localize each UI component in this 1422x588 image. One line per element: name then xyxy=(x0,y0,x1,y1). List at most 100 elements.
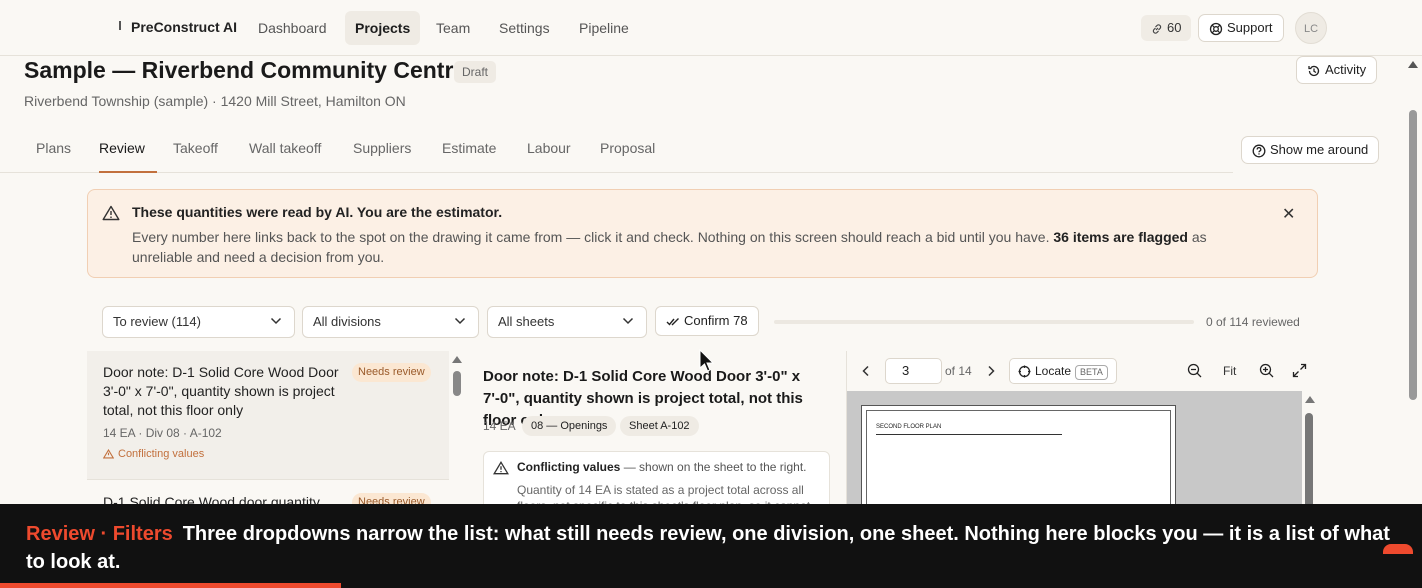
divisions-select[interactable]: All divisions xyxy=(302,306,479,338)
page-total: of 14 xyxy=(945,364,972,378)
project-tabs: Plans Review Takeoff Wall takeoff Suppli… xyxy=(0,128,1233,173)
reviewed-count: 0 of 114 reviewed xyxy=(1206,315,1300,329)
flag-label: Conflicting values xyxy=(118,448,205,460)
banner-body: Every number here links back to the spot… xyxy=(132,227,1242,267)
caption-body: Three dropdowns narrow the list: what st… xyxy=(26,523,1390,573)
support-button[interactable]: Support xyxy=(1198,14,1284,42)
drawing-canvas[interactable]: SECOND FLOOR PLAN xyxy=(847,391,1302,515)
tab-review[interactable]: Review xyxy=(99,140,157,173)
tab-wall-takeoff[interactable]: Wall takeoff xyxy=(249,140,321,173)
sheets-select[interactable]: All sheets xyxy=(487,306,647,338)
needs-review-badge: Needs review xyxy=(352,363,431,382)
fullscreen-icon[interactable] xyxy=(1292,363,1307,378)
conflict-heading: Conflicting values — shown on the sheet … xyxy=(517,460,806,474)
page-number-input[interactable]: 3 xyxy=(885,358,942,384)
top-navigation: PreConstruct AI Dashboard Projects Team … xyxy=(0,0,1422,56)
logo-mark xyxy=(119,21,121,30)
double-check-icon xyxy=(666,317,679,326)
nav-settings[interactable]: Settings xyxy=(489,11,560,45)
conflict-heading-rest: — shown on the sheet to the right. xyxy=(623,460,807,474)
caption-indicator[interactable] xyxy=(1383,544,1413,554)
list-item[interactable]: Door note: D-1 Solid Core Wood Door 3'-0… xyxy=(87,351,449,480)
brand-name[interactable]: PreConstruct AI xyxy=(131,19,237,35)
banner-body-text: Every number here links back to the spot… xyxy=(132,229,1050,245)
confirm-label: Confirm 78 xyxy=(684,313,748,328)
locate-button[interactable]: Locate BETA xyxy=(1009,358,1117,384)
chevron-down-icon xyxy=(622,317,634,325)
list-item-meta: 14 EA · Div 08 · A-102 xyxy=(103,426,222,440)
sheets-value: All sheets xyxy=(498,314,555,329)
page-scrollbar-thumb[interactable] xyxy=(1409,110,1417,400)
scroll-up-arrow[interactable] xyxy=(452,356,462,363)
review-status-select[interactable]: To review (114) xyxy=(102,306,295,338)
divisions-value: All divisions xyxy=(313,314,381,329)
conflict-card: Conflicting values — shown on the sheet … xyxy=(483,451,830,504)
ai-warning-banner: These quantities were read by AI. You ar… xyxy=(87,189,1318,278)
warning-icon xyxy=(103,449,114,459)
caption-tag: Review · Filters xyxy=(26,523,173,545)
nav-projects[interactable]: Projects xyxy=(345,11,421,45)
nav-dashboard[interactable]: Dashboard xyxy=(248,11,337,45)
chevron-right-icon[interactable] xyxy=(987,365,995,377)
support-label: Support xyxy=(1227,20,1273,35)
sheet-title: SECOND FLOOR PLAN xyxy=(876,424,942,430)
detail-quantity: 14 EA xyxy=(483,419,516,433)
drawing-viewer: 3 of 14 Locate BETA Fit SECOND FLOOR PLAN xyxy=(846,351,1319,515)
list-item[interactable]: D-1 Solid Core Wood door quantity Needs … xyxy=(87,481,449,504)
zoom-in-icon[interactable] xyxy=(1259,363,1274,378)
review-progress-bar xyxy=(774,320,1194,324)
credits-badge[interactable]: 60 xyxy=(1141,15,1192,41)
tab-labour[interactable]: Labour xyxy=(527,140,571,173)
sheet-title-underline xyxy=(876,434,1062,435)
activity-button[interactable]: Activity xyxy=(1296,56,1378,84)
viewer-scrollbar-thumb[interactable] xyxy=(1305,413,1313,513)
credits-count: 60 xyxy=(1167,20,1182,35)
tab-suppliers[interactable]: Suppliers xyxy=(353,140,411,173)
user-avatar[interactable]: LC xyxy=(1295,12,1327,44)
beta-badge: BETA xyxy=(1075,365,1108,380)
tab-takeoff[interactable]: Takeoff xyxy=(173,140,218,173)
help-circle-icon xyxy=(1252,144,1266,158)
tutorial-caption: Review · Filters Three dropdowns narrow t… xyxy=(0,504,1422,588)
confirm-button[interactable]: Confirm 78 xyxy=(655,306,759,336)
review-status-value: To review (114) xyxy=(113,314,201,329)
project-address: Riverbend Township (sample) · 1420 Mill … xyxy=(24,93,406,109)
tab-proposal[interactable]: Proposal xyxy=(600,140,655,173)
warning-icon xyxy=(102,205,120,221)
nav-pipeline[interactable]: Pipeline xyxy=(569,11,639,45)
locate-label: Locate xyxy=(1035,364,1072,378)
status-badge: Draft xyxy=(454,61,497,83)
division-chip[interactable]: 08 — Openings xyxy=(522,416,617,436)
tab-estimate[interactable]: Estimate xyxy=(442,140,496,173)
conflict-explanation: Quantity of 14 EA is stated as a project… xyxy=(517,483,810,504)
crosshair-icon xyxy=(1018,365,1031,378)
list-item-flag: Conflicting values xyxy=(103,448,204,460)
zoom-out-icon[interactable] xyxy=(1187,363,1202,378)
tab-plans[interactable]: Plans xyxy=(36,140,71,173)
page-title: Sample — Riverbend Community Centre xyxy=(24,57,467,83)
banner-title: These quantities were read by AI. You ar… xyxy=(132,204,503,220)
caption-text: Review · Filters Three dropdowns narrow t… xyxy=(26,520,1406,576)
chevron-left-icon[interactable] xyxy=(862,365,870,377)
close-icon[interactable]: ✕ xyxy=(1282,204,1295,224)
lifebuoy-icon xyxy=(1209,22,1223,35)
link-icon xyxy=(1152,23,1162,34)
caption-progress-bar xyxy=(0,583,342,588)
nav-team[interactable]: Team xyxy=(426,11,480,45)
show-me-around-button[interactable]: Show me around xyxy=(1241,136,1380,164)
fit-button[interactable]: Fit xyxy=(1223,364,1236,378)
scroll-up-arrow[interactable] xyxy=(1305,396,1315,403)
page-scroll-up-arrow[interactable] xyxy=(1408,61,1418,68)
needs-review-badge: Needs review xyxy=(352,493,431,504)
flagged-count: 36 items are flagged xyxy=(1053,229,1188,245)
list-item-title: Door note: D-1 Solid Core Wood Door 3'-0… xyxy=(103,364,339,418)
item-detail-panel: Door note: D-1 Solid Core Wood Door 3'-0… xyxy=(467,351,846,504)
conflict-heading-bold: Conflicting values xyxy=(517,460,621,474)
list-item-title: D-1 Solid Core Wood door quantity xyxy=(103,494,320,504)
sheet-chip[interactable]: Sheet A-102 xyxy=(620,416,699,436)
list-scrollbar-thumb[interactable] xyxy=(453,371,461,396)
chevron-down-icon xyxy=(454,317,466,325)
show-around-label: Show me around xyxy=(1270,142,1369,157)
drawing-sheet[interactable]: SECOND FLOOR PLAN xyxy=(861,405,1176,515)
activity-label: Activity xyxy=(1325,62,1367,77)
